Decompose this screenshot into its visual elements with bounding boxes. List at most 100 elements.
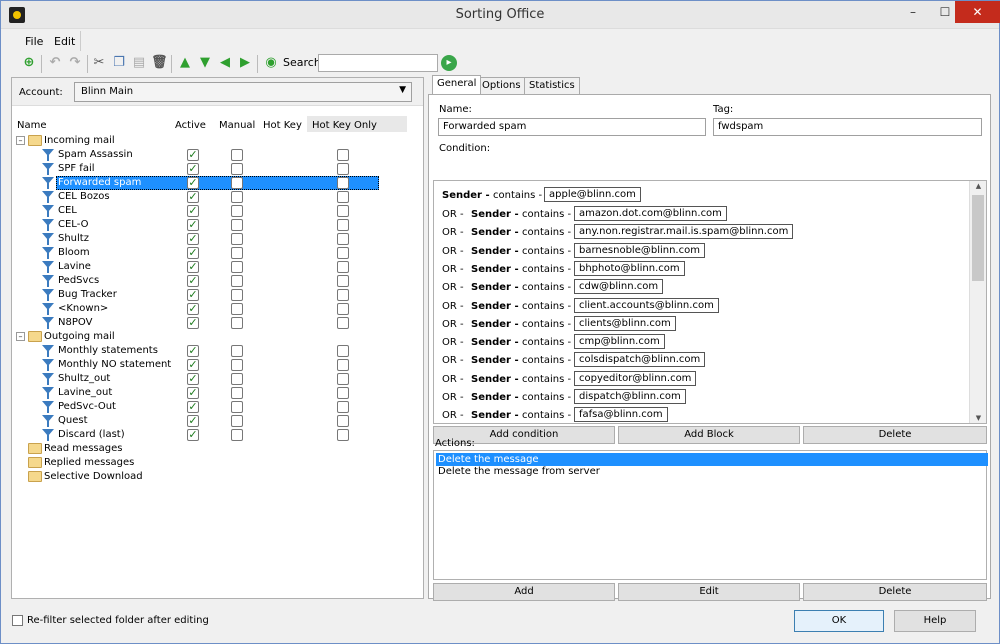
active-checkbox[interactable]: ✓ bbox=[187, 275, 199, 287]
outgoing-folder-row[interactable]: – Outgoing mail bbox=[12, 330, 423, 344]
condition-value[interactable]: bhphoto@blinn.com bbox=[574, 260, 685, 276]
active-checkbox[interactable]: ✓ bbox=[187, 415, 199, 427]
filter-row[interactable]: Spam Assassin ✓ bbox=[12, 148, 423, 162]
condition-value[interactable]: cmp@blinn.com bbox=[574, 334, 665, 350]
close-button[interactable]: ✕ bbox=[955, 1, 1000, 23]
scroll-thumb[interactable] bbox=[972, 195, 984, 281]
hotkey-only-checkbox[interactable] bbox=[337, 289, 349, 301]
active-checkbox[interactable]: ✓ bbox=[187, 373, 199, 385]
tag-field[interactable]: fwdspam bbox=[713, 118, 982, 136]
redo-icon[interactable]: ↷ bbox=[67, 55, 83, 71]
column-manual[interactable]: Manual bbox=[219, 120, 255, 131]
search-input[interactable] bbox=[318, 54, 438, 72]
hotkey-only-checkbox[interactable] bbox=[337, 387, 349, 399]
condition-row[interactable]: OR - Sender - contains - colsdispatch@blinn… bbox=[442, 352, 962, 369]
menu-edit[interactable]: Edit bbox=[54, 35, 75, 48]
search-go-icon[interactable]: ▸ bbox=[441, 55, 457, 71]
manual-checkbox[interactable] bbox=[231, 233, 243, 245]
filter-row[interactable]: Monthly NO statement ✓ bbox=[12, 358, 423, 372]
condition-value[interactable]: fafsa@blinn.com bbox=[574, 407, 668, 423]
hotkey-only-checkbox[interactable] bbox=[337, 415, 349, 427]
manual-checkbox[interactable] bbox=[231, 177, 243, 189]
hotkey-only-checkbox[interactable] bbox=[337, 429, 349, 441]
condition-row[interactable]: OR - Sender - contains - dispatch@blinn.com bbox=[442, 389, 962, 406]
condition-row[interactable]: OR - Sender - contains - clients@blinn.com bbox=[442, 315, 962, 333]
copy-icon[interactable]: ❐ bbox=[111, 55, 127, 71]
filter-row[interactable]: Lavine ✓ bbox=[12, 260, 423, 274]
active-checkbox[interactable]: ✓ bbox=[187, 359, 199, 371]
condition-row[interactable]: OR - Sender - contains - client.accounts@bl… bbox=[442, 297, 962, 315]
hotkey-only-checkbox[interactable] bbox=[337, 373, 349, 385]
filter-row[interactable]: PedSvc-Out ✓ bbox=[12, 400, 423, 414]
hotkey-only-checkbox[interactable] bbox=[337, 149, 349, 161]
active-checkbox[interactable]: ✓ bbox=[187, 429, 199, 441]
filter-row[interactable]: Monthly statements ✓ bbox=[12, 344, 423, 358]
ok-button[interactable]: OK bbox=[794, 610, 884, 632]
scroll-down-icon[interactable]: ▼ bbox=[970, 414, 986, 422]
refilter-checkbox[interactable] bbox=[12, 615, 23, 626]
filter-row[interactable]: Bug Tracker ✓ bbox=[12, 288, 423, 302]
condition-value[interactable]: copyeditor@blinn.com bbox=[574, 370, 697, 386]
column-hotkey-only[interactable]: Hot Key Only bbox=[312, 120, 377, 131]
hotkey-only-checkbox[interactable] bbox=[337, 261, 349, 273]
filter-row[interactable]: Shultz ✓ bbox=[12, 232, 423, 246]
active-checkbox[interactable]: ✓ bbox=[187, 345, 199, 357]
incoming-folder-row[interactable]: – Incoming mail bbox=[12, 134, 423, 148]
hotkey-only-checkbox[interactable] bbox=[337, 401, 349, 413]
manual-checkbox[interactable] bbox=[231, 387, 243, 399]
manual-checkbox[interactable] bbox=[231, 163, 243, 175]
manual-checkbox[interactable] bbox=[231, 317, 243, 329]
active-checkbox[interactable]: ✓ bbox=[187, 219, 199, 231]
filter-row[interactable]: Bloom ✓ bbox=[12, 246, 423, 260]
manual-checkbox[interactable] bbox=[231, 275, 243, 287]
manual-checkbox[interactable] bbox=[231, 303, 243, 315]
add-action-button[interactable]: Add bbox=[433, 583, 615, 601]
manual-checkbox[interactable] bbox=[231, 359, 243, 371]
minimize-button[interactable]: – bbox=[897, 1, 929, 23]
condition-value[interactable]: client.accounts@blinn.com bbox=[574, 297, 719, 313]
hotkey-only-checkbox[interactable] bbox=[337, 247, 349, 259]
move-up-icon[interactable]: ▲ bbox=[177, 55, 193, 71]
filter-row[interactable]: Quest ✓ bbox=[12, 414, 423, 428]
condition-row[interactable]: OR - Sender - contains - fafsa@blinn.com bbox=[442, 407, 962, 423]
name-field[interactable]: Forwarded spam bbox=[438, 118, 706, 136]
active-checkbox[interactable]: ✓ bbox=[187, 177, 199, 189]
filter-row[interactable]: CEL ✓ bbox=[12, 204, 423, 218]
hotkey-only-checkbox[interactable] bbox=[337, 191, 349, 203]
active-checkbox[interactable]: ✓ bbox=[187, 149, 199, 161]
manual-checkbox[interactable] bbox=[231, 401, 243, 413]
manual-checkbox[interactable] bbox=[231, 149, 243, 161]
condition-row[interactable]: OR - Sender - contains - amazon.dot.com@bli… bbox=[442, 206, 962, 223]
manual-checkbox[interactable] bbox=[231, 247, 243, 259]
filter-row[interactable]: CEL Bozos ✓ bbox=[12, 190, 423, 204]
move-left-icon[interactable]: ◀ bbox=[217, 55, 233, 71]
manual-checkbox[interactable] bbox=[231, 191, 243, 203]
condition-scrollbar[interactable]: ▲ ▼ bbox=[969, 181, 986, 423]
column-name[interactable]: Name bbox=[17, 120, 47, 131]
menu-file[interactable]: File bbox=[25, 35, 43, 48]
action-item[interactable]: Delete the message from server bbox=[436, 465, 988, 478]
active-checkbox[interactable]: ✓ bbox=[187, 303, 199, 315]
filter-row[interactable]: <Known> ✓ bbox=[12, 302, 423, 316]
tab-options[interactable]: Options bbox=[477, 77, 526, 94]
hotkey-only-checkbox[interactable] bbox=[337, 275, 349, 287]
manual-checkbox[interactable] bbox=[231, 415, 243, 427]
active-checkbox[interactable]: ✓ bbox=[187, 205, 199, 217]
folder-row[interactable]: Read messages bbox=[12, 442, 423, 456]
hotkey-only-checkbox[interactable] bbox=[337, 317, 349, 329]
column-active[interactable]: Active bbox=[175, 120, 206, 131]
hotkey-only-checkbox[interactable] bbox=[337, 345, 349, 357]
help-button[interactable]: Help bbox=[894, 610, 976, 632]
add-block-button[interactable]: Add Block bbox=[618, 426, 800, 444]
tab-general[interactable]: General bbox=[432, 75, 482, 94]
hotkey-only-checkbox[interactable] bbox=[337, 359, 349, 371]
filter-row[interactable]: SPF fail ✓ bbox=[12, 162, 423, 176]
active-checkbox[interactable]: ✓ bbox=[187, 261, 199, 273]
new-filter-icon[interactable]: ⊕ bbox=[21, 55, 37, 71]
folder-row[interactable]: Replied messages bbox=[12, 456, 423, 470]
filter-row[interactable]: Discard (last) ✓ bbox=[12, 428, 423, 442]
condition-value[interactable]: amazon.dot.com@blinn.com bbox=[574, 206, 727, 221]
filter-row[interactable]: N8POV ✓ bbox=[12, 316, 423, 330]
manual-checkbox[interactable] bbox=[231, 373, 243, 385]
delete-condition-button[interactable]: Delete bbox=[803, 426, 987, 444]
